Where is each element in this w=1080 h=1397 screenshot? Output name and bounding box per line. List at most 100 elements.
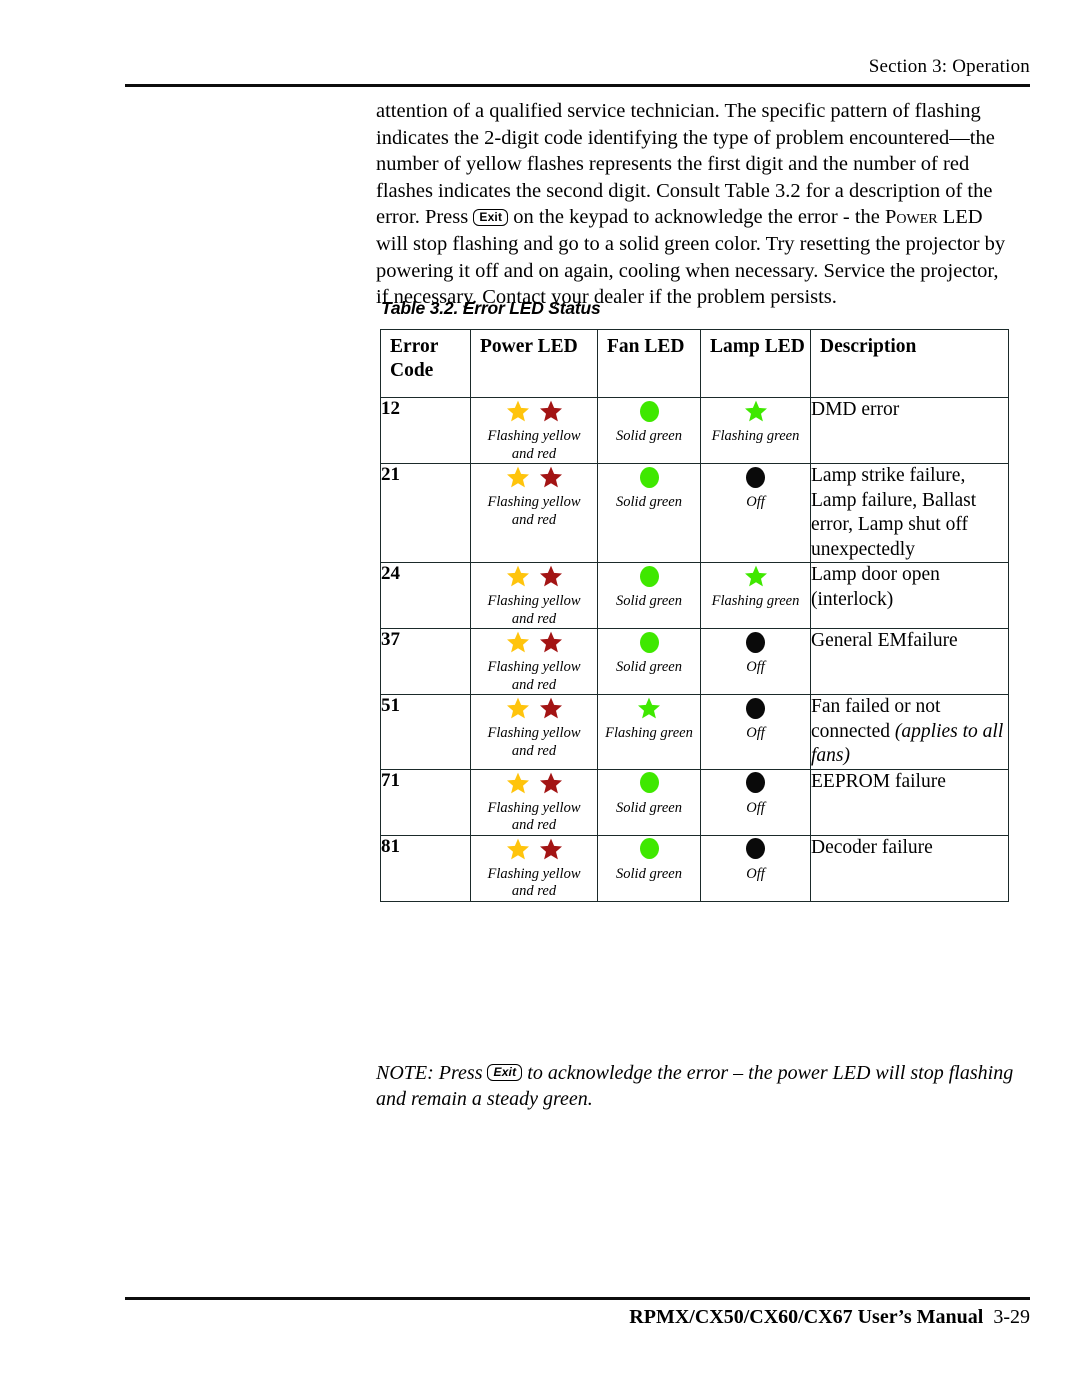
led-state-caption: Flashing green — [711, 428, 800, 444]
led-indicator-group — [471, 836, 597, 862]
cell-lamp-led: Flashing green — [700, 562, 811, 629]
cell-error-code: 21 — [380, 463, 471, 563]
led-indicator-group — [701, 398, 810, 424]
cell-error-code: 24 — [380, 562, 471, 629]
circle-green-icon — [639, 838, 659, 859]
table-row: 21 Flashing yellow and red Solid green Off L… — [380, 463, 1009, 563]
star-red-icon — [539, 399, 563, 423]
circle-off-icon — [746, 772, 765, 793]
cell-description: Decoder failure — [810, 834, 1009, 902]
led-state-caption: Flashing yellow and red — [487, 799, 581, 834]
led-indicator-group — [598, 836, 700, 862]
cell-error-code: 12 — [380, 397, 471, 464]
error-led-status-table: Error Code Power LED Fan LED Lamp LED De… — [380, 329, 1009, 902]
cell-power-led: Flashing yellow and red — [470, 628, 598, 695]
exit-key-icon: Exit — [473, 209, 509, 227]
cell-fan-led: Solid green — [597, 397, 701, 464]
led-state-caption: Flashing green — [605, 725, 693, 741]
note-text-part-1: NOTE: Press — [376, 1062, 488, 1084]
star-red-icon — [539, 630, 563, 654]
cell-fan-led: Solid green — [597, 628, 701, 695]
star-green-icon — [744, 399, 768, 423]
column-header-error-code: Error Code — [380, 329, 471, 398]
exit-key-icon: Exit — [487, 1064, 523, 1081]
power-smallcaps-label: Power — [885, 206, 938, 229]
led-state-caption: Solid green — [616, 799, 682, 816]
cell-power-led: Flashing yellow and red — [470, 463, 598, 563]
column-header-lamp-led: Lamp LED — [700, 329, 811, 398]
circle-off-icon — [746, 631, 765, 653]
table-row: 24 Flashing yellow and red Solid green Flas… — [380, 562, 1009, 629]
cell-power-led: Flashing yellow and red — [470, 768, 598, 836]
body-paragraph: attention of a qualified service technic… — [376, 98, 1014, 311]
led-indicator-group — [598, 629, 700, 655]
cell-error-code: 71 — [380, 768, 471, 836]
led-state-caption: Flashing yellow and red — [487, 725, 581, 759]
table-caption: Table 3.2. Error LED Status — [381, 298, 601, 318]
led-state-caption: Off — [746, 799, 765, 816]
cell-description: Lamp door open (interlock) — [810, 562, 1009, 629]
cell-power-led: Flashing yellow and red — [470, 694, 598, 770]
circle-off-icon — [746, 466, 765, 488]
led-indicator-group — [471, 695, 597, 721]
manual-title: RPMX/CX50/CX60/CX67 User’s Manual — [629, 1306, 984, 1328]
cell-power-led: Flashing yellow and red — [470, 562, 598, 629]
cell-description: Lamp strike failure, Lamp failure, Balla… — [810, 463, 1009, 563]
led-state-caption: Solid green — [616, 428, 682, 444]
led-state-caption: Off — [746, 865, 765, 882]
circle-green-icon — [639, 631, 659, 653]
column-header-power-led: Power LED — [470, 329, 598, 398]
cell-lamp-led: Off — [700, 834, 811, 902]
led-indicator-group — [598, 770, 700, 796]
page-footer: RPMX/CX50/CX60/CX67 User’s Manual 3-29 — [125, 1305, 1030, 1329]
cell-fan-led: Solid green — [597, 562, 701, 629]
led-indicator-group — [701, 836, 810, 862]
led-indicator-group — [471, 398, 597, 424]
table-row: 71 Flashing yellow and red Solid green Off E… — [380, 768, 1009, 836]
led-state-caption: Off — [746, 494, 765, 510]
circle-green-icon — [639, 772, 659, 793]
led-indicator-group — [471, 770, 597, 796]
led-indicator-group — [701, 563, 810, 589]
section-label: Section 3: Operation — [868, 56, 1030, 77]
cell-description: General EMfailure — [810, 628, 1009, 695]
led-indicator-group — [471, 464, 597, 490]
cell-lamp-led: Off — [700, 628, 811, 695]
table-row: 81 Flashing yellow and red Solid green Off D… — [380, 834, 1009, 902]
cell-fan-led: Solid green — [597, 463, 701, 563]
led-state-caption: Solid green — [616, 865, 682, 882]
led-state-caption: Flashing yellow and red — [487, 494, 581, 528]
column-header-fan-led: Fan LED — [597, 329, 701, 398]
circle-off-icon — [746, 697, 765, 719]
led-state-caption: Flashing green — [711, 593, 800, 609]
star-green-icon — [637, 696, 661, 720]
star-yellow-icon — [506, 399, 530, 423]
cell-error-code: 81 — [380, 834, 471, 902]
cell-power-led: Flashing yellow and red — [470, 834, 598, 902]
star-yellow-icon — [506, 771, 530, 795]
led-indicator-group — [598, 695, 700, 721]
body-text-part-2: on the keypad to acknowledge the error -… — [508, 206, 885, 229]
led-indicator-group — [598, 563, 700, 589]
led-state-caption: Solid green — [616, 494, 682, 510]
star-red-icon — [539, 564, 563, 588]
cell-lamp-led: Off — [700, 463, 811, 563]
circle-green-icon — [639, 565, 659, 587]
star-red-icon — [539, 465, 563, 489]
table-row: 51 Flashing yellow and red Flashing green O… — [380, 694, 1009, 770]
star-red-icon — [539, 837, 563, 861]
cell-fan-led: Solid green — [597, 768, 701, 836]
cell-error-code: 51 — [380, 694, 471, 770]
led-state-caption: Flashing yellow and red — [487, 659, 581, 693]
star-yellow-icon — [506, 696, 530, 720]
table-header-row: Error Code Power LED Fan LED Lamp LED De… — [380, 329, 1009, 398]
column-header-description: Description — [810, 329, 1009, 398]
circle-green-icon — [639, 400, 659, 422]
footer-rule — [125, 1297, 1030, 1300]
table-row: 37 Flashing yellow and red Solid green Off G… — [380, 628, 1009, 695]
led-indicator-group — [471, 563, 597, 589]
led-indicator-group — [701, 464, 810, 490]
cell-lamp-led: Off — [700, 694, 811, 770]
star-green-icon — [744, 564, 768, 588]
star-red-icon — [539, 696, 563, 720]
